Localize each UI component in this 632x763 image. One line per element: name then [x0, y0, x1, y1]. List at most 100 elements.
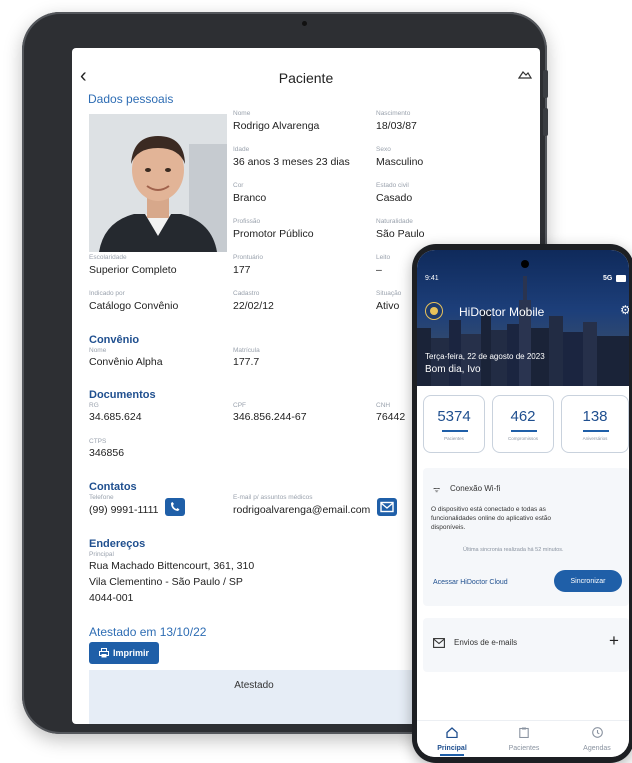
value-rg: 34.685.624 [89, 411, 142, 423]
label-rg: RG [89, 402, 99, 409]
value-nascimento: 18/03/87 [376, 120, 417, 132]
value-ctps: 346856 [89, 447, 125, 459]
label-leito: Leito [376, 254, 391, 261]
stat-label: Aniversários [582, 436, 608, 441]
cloud-icon[interactable] [518, 68, 532, 82]
cloud-link[interactable]: Acessar HiDoctor Cloud [433, 579, 508, 586]
last-sync-text: Última sincronia realizada há 52 minutos… [463, 547, 564, 553]
label-situacao: Situação [376, 290, 402, 297]
phone-screen: 9:41 5G HiDoctor Mobile ⚙ Terça-feira, 2… [417, 250, 629, 757]
section-title-enderecos: Endereços [89, 538, 146, 550]
page-title: Paciente [278, 70, 334, 86]
settings-icon[interactable]: ⚙ [620, 303, 629, 317]
value-prontuario: 177 [233, 264, 251, 276]
hero-banner: 9:41 5G HiDoctor Mobile ⚙ Terça-feira, 2… [417, 250, 629, 386]
phone-device: 9:41 5G HiDoctor Mobile ⚙ Terça-feira, 2… [412, 244, 632, 763]
stat-value: 5374 [437, 408, 471, 425]
bottom-navigation: Principal Pacientes Agendas [417, 720, 629, 757]
atestado-box: Atestado [89, 670, 419, 724]
section-title-documentos: Documentos [89, 389, 156, 401]
stat-card-aniversarios[interactable]: 138 Aniversários [561, 395, 629, 453]
section-title-personal: Dados pessoais [88, 92, 174, 106]
value-estado-civil: Casado [376, 192, 413, 204]
printer-icon [98, 648, 109, 658]
stat-underline [442, 430, 468, 432]
clipboard-icon [519, 727, 529, 739]
value-leito: – [376, 264, 382, 276]
call-button[interactable] [165, 498, 185, 516]
home-icon [446, 727, 458, 739]
phone-icon [171, 502, 180, 511]
tablet-volume-button [543, 70, 548, 98]
status-network: 5G [603, 275, 613, 282]
nav-item-principal[interactable]: Principal [422, 725, 482, 756]
print-label: Imprimir [112, 648, 149, 658]
value-sexo: Masculino [376, 156, 424, 168]
stat-card-pacientes[interactable]: 5374 Pacientes [423, 395, 485, 453]
add-email-button[interactable]: + [609, 631, 619, 651]
section-title-contatos: Contatos [89, 481, 137, 493]
greeting: Bom dia, Ivo [425, 364, 481, 375]
value-idade: 36 anos 3 meses 23 dias [233, 156, 350, 168]
label-telefone: Telefone [89, 494, 114, 501]
nav-active-indicator [440, 754, 464, 756]
value-matricula: 177.7 [233, 356, 260, 368]
label-sexo: Sexo [376, 146, 391, 153]
stat-label: Pacientes [444, 436, 464, 441]
stat-card-compromissos[interactable]: 462 Compromissos [492, 395, 554, 453]
label-idade: Idade [233, 146, 250, 153]
current-date: Terça-feira, 22 de agosto de 2023 [425, 352, 545, 361]
stat-value: 138 [582, 408, 608, 425]
email-button[interactable] [377, 498, 397, 516]
atestado-box-title: Atestado [234, 680, 274, 691]
label-matricula: Matrícula [233, 347, 260, 354]
app-title: HiDoctor Mobile [459, 305, 545, 319]
section-title-atestado: Atestado em 13/10/22 [89, 625, 207, 639]
label-email: E-mail p/ assuntos médicos [233, 494, 313, 501]
status-time: 9:41 [425, 275, 439, 282]
mail-icon [380, 501, 394, 513]
value-escolaridade: Superior Completo [89, 264, 177, 276]
label-cnh: CNH [376, 402, 391, 409]
label-prontuario: Prontuário [233, 254, 263, 261]
stat-label: Compromissos [507, 436, 538, 441]
mail-icon [433, 638, 445, 648]
nav-label: Pacientes [508, 745, 540, 752]
value-cpf: 346.856.244-67 [233, 411, 307, 423]
phone-camera [521, 260, 529, 268]
wifi-message-line-1: O dispositivo está conectado e todas as [431, 506, 546, 513]
nav-item-pacientes[interactable]: Pacientes [494, 725, 554, 752]
tablet-camera [302, 21, 307, 26]
battery-icon [616, 275, 626, 282]
patient-portrait [89, 114, 227, 252]
value-indicado-por: Catálogo Convênio [89, 300, 179, 312]
label-naturalidade: Naturalidade [376, 218, 413, 225]
email-card[interactable]: Envios de e-mails + [423, 618, 629, 672]
value-email: rodrigoalvarenga@email.com [233, 504, 371, 516]
value-naturalidade: São Paulo [376, 228, 425, 240]
address-line-2: Vila Clementino - São Paulo / SP [89, 576, 243, 588]
label-convenio-nome: Nome [89, 347, 107, 354]
wifi-title: Conexão Wi-fi [450, 484, 501, 493]
canvas: ‹ Paciente Dados pessoais Nome Rodrigo A… [0, 0, 632, 763]
clock-icon [591, 727, 603, 738]
value-telefone: (99) 9991-1111 [89, 504, 159, 516]
value-situacao: Ativo [376, 300, 400, 312]
label-ctps: CTPS [89, 438, 107, 445]
sync-button[interactable]: Sincronizar [554, 570, 622, 592]
nav-label: Principal [437, 745, 467, 752]
value-cnh: 76442 [376, 411, 406, 423]
nav-item-agendas[interactable]: Agendas [567, 725, 627, 752]
label-nascimento: Nascimento [376, 110, 411, 117]
wifi-message-line-2: funcionalidades online do aplicativo est… [431, 515, 551, 522]
stat-value: 462 [510, 408, 536, 425]
stat-underline [583, 430, 609, 432]
print-button[interactable]: Imprimir [89, 642, 159, 664]
email-card-title: Envios de e-mails [454, 638, 518, 647]
stat-underline [511, 430, 537, 432]
address-line-1: Rua Machado Bittencourt, 361, 310 [89, 560, 255, 572]
patient-photo [89, 114, 227, 252]
tablet-volume-button [543, 108, 548, 136]
app-logo-icon [425, 302, 443, 320]
value-profissao: Promotor Público [233, 228, 314, 240]
